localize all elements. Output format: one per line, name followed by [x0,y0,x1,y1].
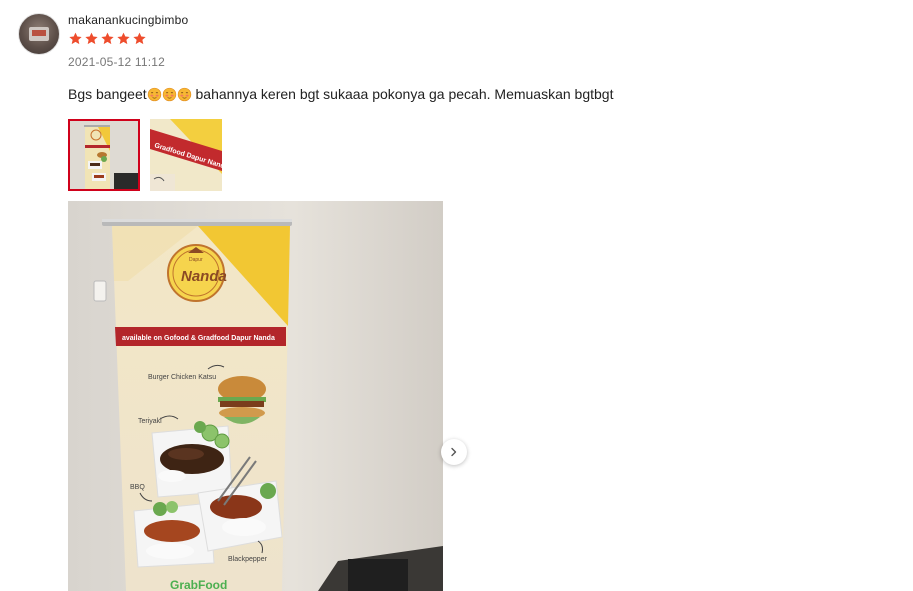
comment-text-end: bahannya keren bgt sukaaa pokonya ga pec… [191,86,614,102]
thumbnail-banner-full-image [70,121,138,189]
star-icon [101,32,114,45]
main-photo-image: Nanda Dapur available on Gofood & Gradfo… [68,201,443,591]
comment-text-start: Bgs bangeet [68,86,147,102]
star-icon [69,32,82,45]
review-main-photo[interactable]: Nanda Dapur available on Gofood & Gradfo… [68,201,443,591]
product-review: makanankucingbimbo 2021-05-12 11:12 Bgs … [0,0,913,591]
star-icon [117,32,130,45]
review-timestamp: 2021-05-12 11:12 [68,55,166,69]
star-icon [85,32,98,45]
thumbnail-banner-full[interactable] [68,119,140,191]
banner-strip-text: available on Gofood & Gradfood Dapur Nan… [122,335,275,342]
footer-brand-text: GrabFood [170,578,227,591]
next-photo-button[interactable] [441,439,467,465]
rating-stars [68,31,147,46]
logo-brand-top: Dapur [189,257,203,263]
hot-face-emoji [147,87,161,102]
menu-item-label: BBQ [130,484,145,491]
menu-item-label: Teriyaki [138,418,162,425]
avatar[interactable] [18,13,60,55]
chevron-right-icon [451,447,457,457]
avatar-image [29,27,49,41]
menu-item-label: Burger Chicken Katsu [148,374,216,381]
menu-item-label: Blackpepper [228,556,268,563]
star-icon [133,32,146,45]
emoji-group [147,87,192,102]
thumbnail-banner-closeup[interactable]: Gradfood Dapur Nanda [150,119,222,191]
hot-face-emoji [162,87,176,102]
review-comment: Bgs bangeet bahannya keren bgt sukaaa po… [68,86,613,102]
logo-brand-name: Nanda [181,268,227,285]
reviewer-username: makanankucingbimbo [68,13,189,27]
thumbnail-banner-closeup-image: Gradfood Dapur Nanda [150,119,222,191]
hot-face-emoji [177,87,191,102]
